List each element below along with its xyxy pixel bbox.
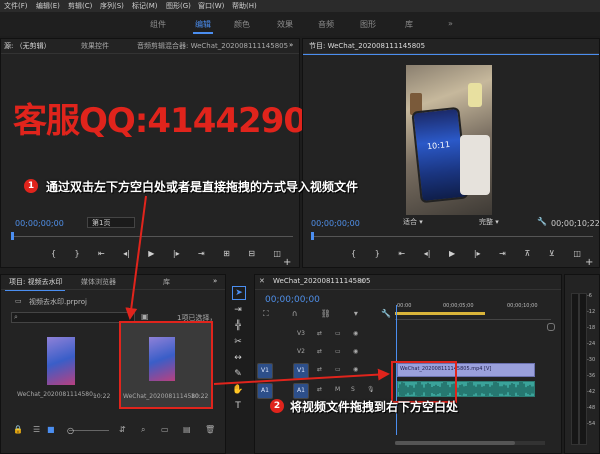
annotation-arrows (125, 195, 390, 385)
arrow-to-timeline (213, 368, 390, 385)
arrow-to-project (125, 195, 147, 320)
